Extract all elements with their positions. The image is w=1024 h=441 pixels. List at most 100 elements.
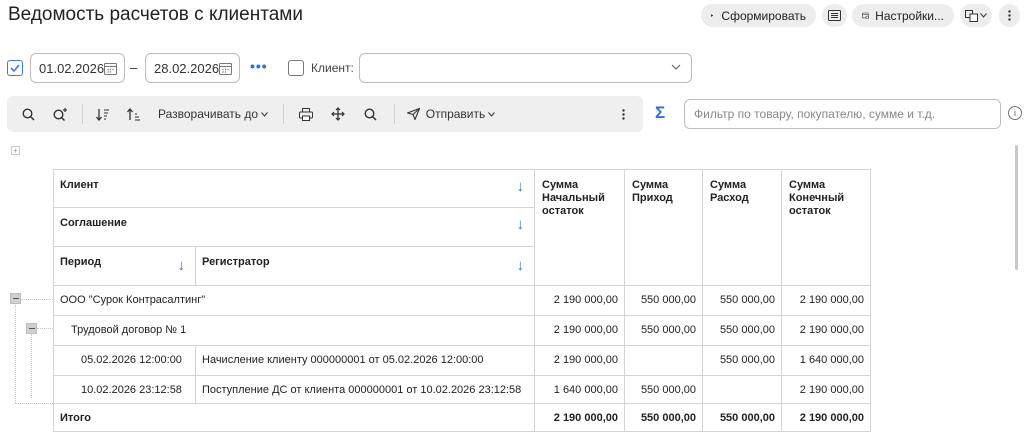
vertical-scrollbar[interactable] — [1015, 145, 1018, 270]
page-title: Ведомость расчетов с клиентами — [8, 4, 303, 25]
row-sum-close: 2 190 000,00 — [781, 285, 870, 315]
header-sum-open[interactable]: Сумма Начальный остаток — [534, 170, 624, 285]
form-report-button[interactable]: Сформировать — [701, 4, 816, 27]
row-registrator: Поступление ДС от клиента 000000001 от 1… — [196, 375, 534, 403]
sort-asc-icon — [127, 107, 140, 120]
expand-to-dropdown[interactable]: Разворачивать до — [157, 96, 269, 132]
send-label: Отправить — [425, 107, 486, 121]
translate-icon — [965, 9, 978, 22]
settings-icon — [862, 12, 869, 19]
toolbar-divider — [283, 104, 284, 124]
zoom-button[interactable] — [359, 96, 381, 132]
tree-line — [21, 299, 53, 300]
send-dropdown[interactable]: Отправить — [405, 96, 497, 132]
move-icon — [331, 107, 345, 121]
move-button[interactable] — [327, 96, 349, 132]
send-icon — [406, 108, 420, 120]
row-sum-in: 550 000,00 — [624, 285, 702, 315]
total-sum-out: 550 000,00 — [702, 403, 781, 431]
client-checkbox[interactable] — [288, 60, 304, 76]
kebab-icon — [1008, 10, 1011, 21]
variant-button[interactable] — [822, 4, 847, 27]
tree-line — [15, 305, 16, 403]
tree-line — [31, 334, 32, 398]
calendar-icon[interactable] — [104, 62, 117, 75]
print-button[interactable] — [295, 96, 317, 132]
sort-desc-icon — [96, 108, 109, 121]
collapse-group-button[interactable] — [10, 293, 21, 304]
kebab-menu-button[interactable] — [999, 4, 1020, 27]
expand-all-icon[interactable]: + — [11, 146, 20, 155]
row-sum-out: 550 000,00 — [702, 345, 781, 375]
search-icon — [21, 107, 35, 121]
chevron-down-icon — [980, 13, 987, 18]
date-from-value: 01.02.2026 — [39, 60, 105, 76]
row-client-name: ООО "Сурок Контрасалтинг" — [60, 294, 206, 306]
header-sum-in[interactable]: Сумма Приход — [624, 170, 702, 285]
date-from-field[interactable]: 01.02.2026 — [30, 53, 125, 83]
header-client-label: Клиент — [60, 179, 99, 191]
chevron-down-icon — [261, 111, 268, 117]
row-sum-close: 2 190 000,00 — [781, 315, 870, 345]
toolbar-more-button[interactable] — [615, 96, 631, 132]
header-agreement[interactable]: Соглашение ↓ — [54, 208, 534, 247]
row-sum-close: 1 640 000,00 — [781, 345, 870, 375]
expand-to-label: Разворачивать до — [157, 107, 258, 121]
total-label: Итого — [54, 403, 534, 431]
header-sum-close-label: Сумма Конечный остаток — [789, 179, 845, 217]
row-agreement-name: Трудовой договор № 1 — [71, 324, 187, 336]
date-to-value: 28.02.2026 — [154, 60, 220, 76]
chevron-down-icon[interactable] — [671, 64, 681, 70]
row-sum-in — [624, 345, 702, 375]
client-select[interactable] — [359, 53, 692, 83]
period-more-button[interactable]: ••• — [250, 58, 268, 74]
row-sum-close: 2 190 000,00 — [781, 375, 870, 403]
row-sum-out: 550 000,00 — [702, 315, 781, 345]
row-sum-in: 550 000,00 — [624, 375, 702, 403]
form-report-label: Сформировать — [721, 8, 806, 23]
sort-arrow-icon[interactable]: ↓ — [517, 257, 525, 274]
row-registrator: Начисление клиенту 000000001 от 05.02.20… — [196, 345, 534, 375]
header-client[interactable]: Клиент ↓ — [54, 170, 534, 208]
filter-input[interactable] — [684, 99, 1001, 129]
search-plus-icon — [52, 107, 67, 121]
total-sum-close: 2 190 000,00 — [781, 403, 870, 431]
header-agreement-label: Соглашение — [60, 217, 127, 229]
row-sum-open: 2 190 000,00 — [534, 345, 624, 375]
row-sum-open: 1 640 000,00 — [534, 375, 624, 403]
sort-arrow-icon[interactable]: ↓ — [517, 216, 525, 233]
find-next-button[interactable] — [49, 96, 71, 132]
sum-icon[interactable]: Σ — [655, 103, 665, 123]
row-sum-out: 550 000,00 — [702, 285, 781, 315]
header-sum-out[interactable]: Сумма Расход — [702, 170, 781, 285]
date-separator: – — [130, 60, 138, 75]
check-icon — [10, 64, 20, 72]
total-sum-open: 2 190 000,00 — [534, 403, 624, 431]
row-sum-open: 2 190 000,00 — [534, 285, 624, 315]
sort-asc-button[interactable] — [124, 96, 144, 132]
header-registrator[interactable]: Регистратор ↓ — [196, 247, 534, 285]
row-sum-open: 2 190 000,00 — [534, 315, 624, 345]
settings-button[interactable]: Настройки... — [852, 4, 954, 27]
info-icon[interactable]: i — [1008, 106, 1022, 120]
sort-arrow-icon[interactable]: ↓ — [517, 178, 525, 195]
calendar-icon[interactable] — [219, 62, 232, 75]
settings-label: Настройки... — [875, 8, 944, 23]
collapse-group-button[interactable] — [26, 323, 37, 334]
header-registrator-label: Регистратор — [202, 256, 270, 268]
header-period[interactable]: Период ↓ — [54, 247, 196, 285]
more-actions-button[interactable] — [960, 4, 992, 27]
report-toolbar: Разворачивать до Отправить — [7, 96, 643, 132]
header-sum-close[interactable]: Сумма Конечный остаток — [781, 170, 870, 285]
date-to-field[interactable]: 28.02.2026 — [145, 53, 240, 83]
row-period: 10.02.2026 23:12:58 — [54, 375, 196, 403]
sort-arrow-icon[interactable]: ↓ — [178, 257, 186, 274]
client-label: Клиент: — [311, 61, 354, 75]
print-icon — [299, 107, 313, 121]
header-period-label: Период — [60, 256, 102, 268]
sort-desc-button[interactable] — [93, 96, 113, 132]
total-sum-in: 550 000,00 — [624, 403, 702, 431]
tree-line — [37, 328, 53, 329]
find-button[interactable] — [17, 96, 39, 132]
period-checkbox[interactable] — [7, 60, 23, 76]
